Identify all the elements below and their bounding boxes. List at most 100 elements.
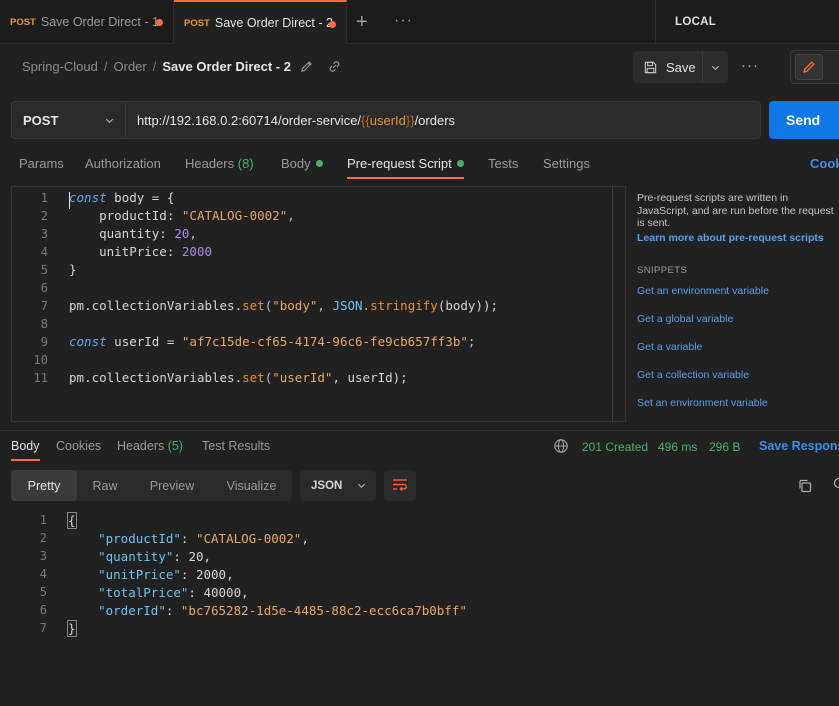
response-body[interactable]: 1 2 3 4 5 6 7 { "productId": "CATALOG-00…: [11, 512, 611, 642]
pencil-icon[interactable]: [299, 59, 314, 74]
json-line: "orderId": "bc765282-1d5e-4485-88c2-ecc6…: [98, 603, 467, 618]
line-number: 5: [40, 263, 48, 277]
edit-docs-button[interactable]: [795, 54, 823, 80]
learn-more-link[interactable]: Learn more about pre-request scripts: [637, 232, 824, 244]
tab-pre-request-script[interactable]: Pre-request Script: [347, 156, 464, 171]
view-preview-button[interactable]: Preview: [133, 470, 211, 501]
line-number: 1: [40, 191, 48, 205]
http-method-select[interactable]: POST: [11, 101, 126, 139]
tab-settings[interactable]: Settings: [543, 156, 590, 171]
snippets-heading: SNIPPETS: [637, 265, 688, 276]
tab-label: Save Order Direct - 2: [214, 16, 333, 30]
url-input[interactable]: http://192.168.0.2:60714/order-service/{…: [126, 101, 761, 139]
tab-prereq-label: Pre-request Script: [347, 156, 452, 171]
json-line: }: [67, 620, 77, 637]
save-options-dropdown[interactable]: [703, 62, 728, 73]
environment-selector[interactable]: LOCAL: [675, 16, 716, 28]
url-prefix: http://192.168.0.2:60714/order-service/: [137, 112, 362, 128]
tab-method: POST: [184, 17, 210, 29]
snippet-link[interactable]: Get a collection variable: [637, 369, 749, 381]
code-line: pm.collectionVariables.set("userId", use…: [69, 370, 408, 385]
line-number: 4: [39, 567, 47, 581]
divider: [0, 430, 839, 431]
new-tab-plus-icon[interactable]: +: [356, 12, 368, 32]
line-number: 11: [33, 371, 48, 385]
breadcrumb-request[interactable]: Save Order Direct - 2: [162, 59, 291, 74]
help-description: Pre-request scripts are written in JavaS…: [637, 192, 834, 229]
editor-scrollbar[interactable]: [612, 187, 613, 421]
tab-authorization[interactable]: Authorization: [85, 156, 161, 171]
link-icon[interactable]: [327, 59, 342, 74]
tab-tests[interactable]: Tests: [488, 156, 518, 171]
wrap-lines-button[interactable]: [384, 470, 416, 501]
code-line: const userId = "af7c15de-cf65-4174-96c6-…: [69, 334, 476, 349]
line-number: 5: [39, 585, 47, 599]
snippet-link[interactable]: Get a global variable: [637, 313, 733, 325]
json-line: {: [67, 512, 77, 529]
tab-bar: POST Save Order Direct - 1 POST Save Ord…: [0, 0, 839, 44]
response-size[interactable]: 296 B: [709, 440, 740, 454]
breadcrumb: Spring-Cloud / Order / Save Order Direct - 2: [22, 59, 291, 74]
chevron-down-icon: [357, 483, 366, 489]
line-number: 8: [40, 317, 48, 331]
search-icon[interactable]: [832, 476, 839, 492]
right-sidebar-toggle[interactable]: [790, 50, 839, 84]
script-editor[interactable]: 1 2 3 4 5 6 7 8 9 10 11 const body = { p…: [11, 186, 626, 422]
cookies-link[interactable]: Cookies: [810, 156, 839, 171]
more-actions-icon[interactable]: ···: [741, 58, 759, 73]
json-line: "quantity": 20,: [98, 549, 212, 564]
response-tab-cookies[interactable]: Cookies: [56, 439, 101, 453]
unsaved-dot: [156, 19, 163, 26]
view-raw-button[interactable]: Raw: [77, 470, 133, 501]
save-label: Save: [666, 59, 696, 75]
view-pretty-button[interactable]: Pretty: [11, 470, 77, 501]
view-mode-group: Pretty Raw Preview Visualize: [11, 470, 292, 501]
tab-options-icon[interactable]: ···: [394, 13, 413, 29]
send-button[interactable]: Send: [769, 101, 839, 139]
response-tab-body[interactable]: Body: [11, 439, 40, 453]
response-tab-test-results[interactable]: Test Results: [202, 439, 270, 453]
active-tab-indicator: [347, 177, 464, 179]
tab-params[interactable]: Params: [19, 156, 64, 171]
tab-save-order-direct-1[interactable]: POST Save Order Direct - 1: [0, 0, 174, 44]
breadcrumb-collection[interactable]: Spring-Cloud: [22, 59, 98, 74]
tab-body[interactable]: Body: [281, 156, 323, 171]
breadcrumb-folder[interactable]: Order: [114, 59, 147, 74]
json-line: "unitPrice": 2000,: [98, 567, 234, 582]
tab-save-order-direct-2[interactable]: POST Save Order Direct - 2: [174, 0, 347, 44]
response-time[interactable]: 496 ms: [658, 440, 697, 454]
format-value: JSON: [311, 479, 343, 492]
headers-count: (8): [237, 156, 254, 171]
save-button[interactable]: Save: [633, 51, 728, 83]
url-suffix: /orders: [414, 112, 456, 128]
response-tab-headers[interactable]: Headers (5): [117, 439, 183, 453]
save-response-button[interactable]: Save Response: [759, 439, 839, 453]
snippet-link[interactable]: Set an environment variable: [637, 397, 768, 409]
line-number: 3: [39, 549, 47, 563]
status-code[interactable]: 201 Created: [582, 440, 648, 454]
line-number: 3: [40, 227, 48, 241]
url-variable: userId: [369, 112, 406, 128]
line-number: 4: [40, 245, 48, 259]
line-number: 2: [40, 209, 48, 223]
wrap-lines-icon: [393, 479, 407, 491]
format-select[interactable]: JSON: [300, 470, 376, 501]
response-headers-count: (5): [167, 439, 184, 453]
code-line: productId: "CATALOG-0002",: [69, 208, 295, 223]
globe-icon[interactable]: [553, 438, 569, 454]
copy-icon[interactable]: [797, 478, 813, 494]
snippet-link[interactable]: Get a variable: [637, 341, 702, 353]
view-visualize-button[interactable]: Visualize: [211, 470, 292, 501]
tab-headers[interactable]: Headers (8): [185, 156, 254, 171]
status-dot: [456, 160, 464, 167]
line-number: 7: [40, 299, 48, 313]
http-method-value: POST: [23, 112, 59, 128]
tab-method: POST: [10, 16, 36, 28]
save-disk-icon: [644, 61, 657, 73]
line-number: 1: [39, 513, 47, 527]
line-number: 9: [40, 335, 48, 349]
pencil-icon: [803, 61, 815, 73]
status-dot: [315, 160, 323, 167]
snippet-link[interactable]: Get an environment variable: [637, 285, 769, 297]
code-line: const body = {: [69, 190, 175, 205]
